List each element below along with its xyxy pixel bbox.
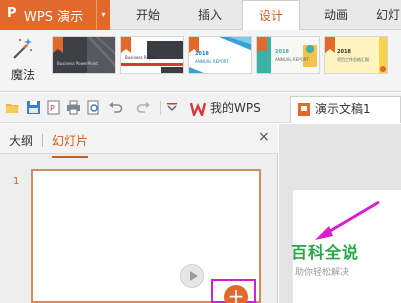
pane-tab-divider [42, 134, 43, 147]
theme-thumbnail[interactable]: 2018 ANNUAL REPORT [188, 36, 252, 74]
theme-caption: ANNUAL REPORT [275, 57, 309, 62]
toolbar-divider [160, 101, 161, 115]
tab-slides[interactable]: 幻灯片 [52, 132, 89, 158]
theme-year: 2018 [275, 49, 289, 55]
app-title: WPS 演示 [24, 10, 84, 25]
tab-animation[interactable]: 动画 [306, 0, 366, 30]
app-menu-button[interactable]: P WPS 演示 ▾ [0, 0, 110, 30]
my-wps-label: 我的WPS [210, 101, 261, 115]
close-icon[interactable]: × [258, 129, 270, 145]
theme-caption: 项目工作总结汇报 [337, 57, 369, 62]
tab-insert[interactable]: 插入 [180, 0, 240, 30]
theme-caption: Business PowerPoint [57, 61, 98, 66]
add-slide-button[interactable]: + [224, 285, 248, 303]
theme-caption: ANNUAL REPORT [195, 59, 229, 64]
document-tab[interactable]: 演示文稿1 [290, 96, 401, 123]
play-icon[interactable] [180, 264, 204, 288]
tab-start[interactable]: 开始 [118, 0, 178, 30]
theme-badge-icon [121, 37, 131, 53]
export-pdf-icon[interactable]: P [46, 100, 61, 115]
magic-label: 魔法 [10, 68, 35, 82]
wps-w-icon [190, 102, 206, 116]
watermark-title: 百科全说 [291, 243, 360, 262]
watermark-subtitle: 助你轻松解决 [295, 268, 350, 278]
slide-pane-header: 大纲 幻灯片 × [0, 124, 278, 158]
tab-design[interactable]: 设计 [242, 0, 300, 31]
theme-badge-icon [189, 37, 199, 53]
presentation-doc-icon [298, 103, 310, 116]
theme-thumbnail[interactable]: 2018 项目工作总结汇报 [324, 36, 388, 74]
theme-thumbnail[interactable]: Business Report [120, 36, 184, 74]
theme-badge-icon [53, 37, 63, 53]
save-icon[interactable] [26, 100, 41, 115]
tab-slideshow[interactable]: 幻灯 [368, 0, 401, 30]
undo-icon[interactable] [108, 100, 123, 115]
watermark: 百科全说 助你轻松解决 [291, 239, 381, 278]
redo-icon[interactable] [136, 100, 151, 115]
tab-outline[interactable]: 大纲 [9, 132, 33, 149]
svg-text:P: P [50, 104, 55, 113]
print-preview-icon[interactable] [86, 100, 101, 115]
magic-button[interactable]: 魔法 [6, 34, 40, 86]
theme-year: 2018 [195, 51, 209, 57]
wps-logo-icon: P [7, 6, 17, 21]
customize-dropdown-icon[interactable] [166, 100, 178, 115]
open-folder-icon[interactable] [5, 100, 20, 115]
slide-pane: 大纲 幻灯片 × 1 + [0, 124, 278, 303]
theme-caption: Business Report [125, 55, 158, 60]
theme-badge-icon [325, 37, 335, 53]
theme-thumbnail[interactable]: 2018 ANNUAL REPORT [256, 36, 320, 74]
print-icon[interactable] [66, 100, 81, 115]
magic-wand-icon [13, 38, 33, 59]
design-ribbon: 魔法 Business PowerPoint Business Report 2… [0, 30, 401, 92]
app-menu-dropdown-icon[interactable]: ▾ [96, 0, 110, 30]
slide-number: 1 [13, 176, 20, 187]
pointer-arrow-icon [315, 200, 380, 240]
my-wps-tab[interactable]: 我的WPS [190, 96, 284, 123]
theme-badge-icon [257, 37, 267, 53]
slide-editing-area: 百科全说 助你轻松解决 [279, 124, 401, 303]
menu-tab-bar: P WPS 演示 ▾ 开始 插入 设计 动画 幻灯 [0, 0, 401, 31]
quick-access-toolbar: P 我的WPS 演示文稿1 [0, 93, 401, 123]
theme-thumbnail[interactable]: Business PowerPoint [52, 36, 116, 74]
document-tab-label: 演示文稿1 [315, 102, 371, 116]
theme-year: 2018 [337, 49, 351, 55]
